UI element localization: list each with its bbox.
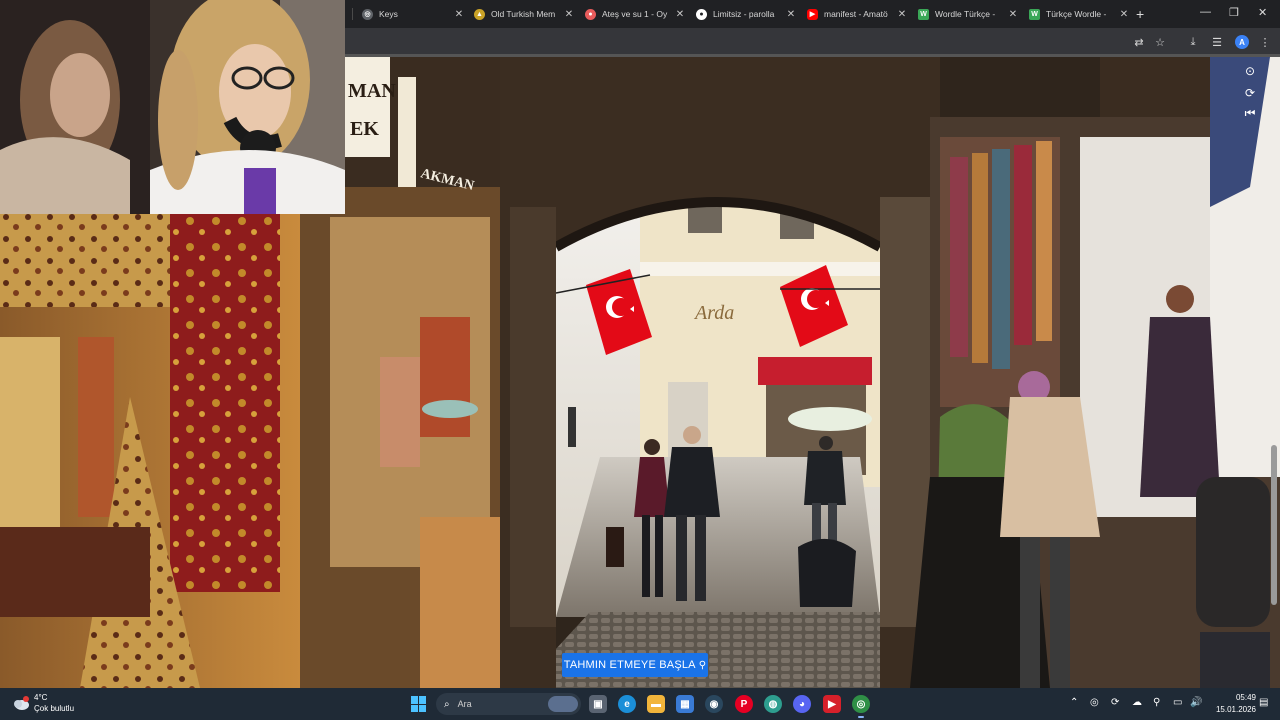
tab-title: Türkçe Wordle -	[1046, 9, 1107, 19]
network-icon[interactable]: ▭	[1173, 697, 1182, 708]
close-icon[interactable]: ✕	[452, 9, 466, 20]
file-explorer-icon[interactable]: ▬	[647, 695, 665, 713]
tab-title: Old Turkish Mem	[491, 9, 556, 19]
tab-keys[interactable]: ◎ Keys ✕	[362, 2, 466, 26]
tab-title: Wordle Türkçe -	[935, 9, 996, 19]
tab-title: manifest - Amatö	[824, 9, 888, 19]
back-to-start-icon[interactable]: ⏮	[1242, 105, 1258, 121]
volume-icon[interactable]: 🔊	[1190, 697, 1202, 708]
restore-button[interactable]: ❐	[1229, 6, 1239, 19]
tab-turkce-wordle[interactable]: W Türkçe Wordle - ✕	[1029, 2, 1131, 26]
close-window-button[interactable]: ✕	[1258, 6, 1267, 19]
media-app-icon[interactable]: ▶	[823, 695, 841, 713]
tab-wordle-turkce[interactable]: W Wordle Türkçe - ✕	[918, 2, 1020, 26]
sync-icon[interactable]: ⟳	[1111, 697, 1119, 708]
location-icon[interactable]: ◎	[1090, 697, 1099, 708]
tray-overflow-icon[interactable]: ⌃	[1070, 697, 1078, 708]
tab-title: Keys	[379, 9, 398, 19]
compass-icon[interactable]: ⊙	[1242, 63, 1258, 79]
tab-title: Ateş ve su 1 - Oy	[602, 9, 668, 19]
taskbar-search[interactable]: ⌕ Ara	[436, 693, 581, 715]
profile-avatar[interactable]: A	[1235, 35, 1249, 49]
game-icon: ●	[585, 8, 596, 20]
pinterest-icon[interactable]: P	[735, 695, 753, 713]
new-tab-button[interactable]: +	[1136, 6, 1144, 22]
streamer-webcam-illustration	[0, 0, 345, 214]
tab-separator	[352, 8, 353, 20]
close-icon[interactable]: ✕	[895, 9, 909, 20]
weather-temperature[interactable]: 4°C	[34, 693, 47, 702]
close-icon[interactable]: ✕	[673, 9, 687, 20]
tab-old-turkish[interactable]: ▲ Old Turkish Mem ✕	[474, 2, 576, 26]
translate-icon[interactable]: ⇄	[1132, 35, 1146, 49]
discord-icon[interactable]: ◕	[793, 695, 811, 713]
bluetooth-icon[interactable]: ⚲	[1153, 697, 1160, 708]
browser-alt-icon[interactable]: ◍	[764, 695, 782, 713]
search-highlight-image	[548, 696, 578, 712]
search-icon: ⌕	[444, 698, 450, 710]
steam-icon[interactable]: ◉	[705, 695, 723, 713]
shop-sign-1: MAN	[348, 80, 396, 102]
page-scrollbar[interactable]	[1271, 445, 1277, 605]
tab-limitsiz[interactable]: ● Limitsiz - parolla ✕	[696, 2, 798, 26]
tab-title: Limitsiz - parolla	[713, 9, 775, 19]
wordle-icon: W	[1029, 8, 1040, 20]
youtube-icon: ▶	[807, 8, 818, 20]
bookmark-star-icon[interactable]: ☆	[1153, 35, 1167, 49]
reading-list-icon[interactable]: ☰	[1210, 35, 1224, 49]
cloud-weather-icon[interactable]	[12, 695, 30, 711]
weather-description[interactable]: Çok bulutlu	[34, 704, 74, 713]
chrome-icon[interactable]: ◎	[852, 695, 870, 718]
storefront-sign: Arda	[693, 302, 734, 324]
close-icon[interactable]: ✕	[1117, 9, 1131, 20]
clock-time[interactable]: 05:49	[1226, 693, 1256, 702]
shop-sign-2: EK	[350, 118, 379, 140]
tab-ates-ve-su[interactable]: ● Ateş ve su 1 - Oy ✕	[585, 2, 687, 26]
store-icon[interactable]: ▦	[676, 695, 694, 713]
webcam-overlay	[0, 0, 345, 214]
clock-date[interactable]: 15.01.2026	[1212, 705, 1256, 714]
minimize-button[interactable]: —	[1200, 6, 1211, 18]
wordle-icon: W	[918, 8, 929, 20]
close-icon[interactable]: ✕	[562, 9, 576, 20]
notifications-icon[interactable]: ▤	[1259, 697, 1268, 708]
site-icon: ▲	[474, 8, 485, 20]
edge-icon[interactable]: e	[618, 695, 636, 713]
close-icon[interactable]: ✕	[784, 9, 798, 20]
search-placeholder: Ara	[457, 699, 472, 709]
guess-button-label: TAHMIN ETMEYE BAŞLA	[563, 659, 696, 671]
site-icon: ●	[696, 8, 707, 20]
map-pin-icon: ⚲	[698, 659, 707, 671]
download-icon[interactable]: ⤓	[1186, 35, 1200, 49]
cloud-icon[interactable]: ☁	[1132, 697, 1142, 708]
windows-taskbar: 4°C Çok bulutlu ⌕ Ara ▣ e ▬ ▦ ◉ P ◍ ◕ ▶ …	[0, 688, 1280, 720]
reset-view-icon[interactable]: ⟳	[1242, 85, 1258, 101]
globe-icon: ◎	[362, 8, 373, 20]
start-guessing-button[interactable]: TAHMIN ETMEYE BAŞLA ⚲	[562, 653, 708, 677]
kebab-menu-icon[interactable]: ⋮	[1258, 35, 1272, 49]
close-icon[interactable]: ✕	[1006, 9, 1020, 20]
tab-manifest[interactable]: ▶ manifest - Amatö ✕	[807, 2, 909, 26]
task-view-icon[interactable]: ▣	[589, 695, 607, 713]
windows-start-button[interactable]	[411, 696, 427, 712]
